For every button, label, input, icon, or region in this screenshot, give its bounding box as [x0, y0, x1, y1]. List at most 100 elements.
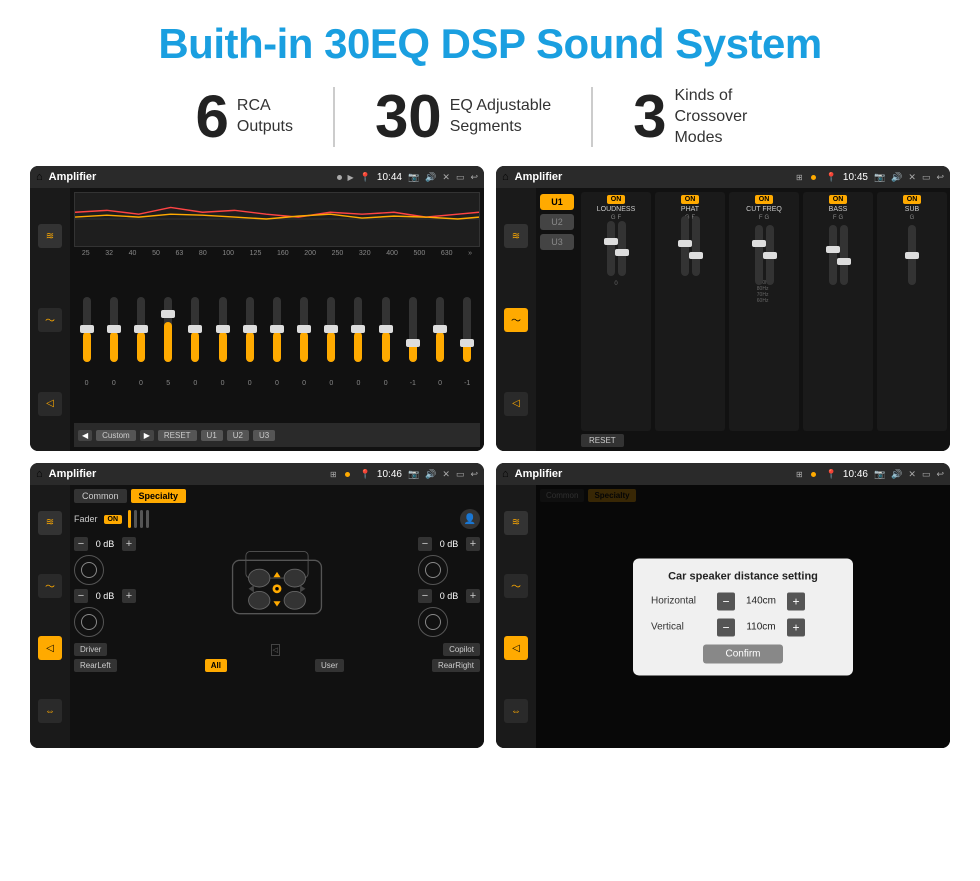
grid-icon-3: ⊞ — [330, 470, 337, 479]
back-icon-3[interactable]: ↩ — [470, 469, 478, 480]
eq-u2-btn[interactable]: U2 — [227, 430, 249, 441]
horizontal-label: Horizontal — [651, 596, 711, 607]
eq-slider-4[interactable]: 5 — [164, 297, 172, 387]
status-title-3: Amplifier — [49, 468, 324, 480]
cross-tab-common[interactable]: Common — [74, 489, 127, 503]
bass-slider-g[interactable] — [840, 225, 848, 285]
person-icon[interactable]: 👤 — [460, 509, 480, 529]
back-icon-4[interactable]: ↩ — [936, 469, 944, 480]
eq-slider-11[interactable]: 0 — [354, 297, 362, 387]
sub-on-badge[interactable]: ON — [903, 195, 922, 204]
eq-u3-btn[interactable]: U3 — [253, 430, 275, 441]
dist-icon-wave[interactable]: 〜 — [504, 574, 528, 598]
cross-right-bottom-plus[interactable]: + — [466, 589, 480, 603]
cross-tab-row: Common Specialty — [74, 489, 480, 503]
bass-on-badge[interactable]: ON — [829, 195, 848, 204]
cross-all-btn[interactable]: All — [205, 659, 227, 672]
eq-slider-14[interactable]: 0 — [436, 297, 444, 387]
cross-left-bottom-plus[interactable]: + — [122, 589, 136, 603]
back-icon-2[interactable]: ↩ — [936, 172, 944, 183]
horizontal-minus[interactable]: − — [717, 592, 735, 610]
eq-slider-5[interactable]: 0 — [191, 297, 199, 387]
cross-fader-sliders — [128, 510, 454, 528]
cross-left-bottom-minus[interactable]: − — [74, 589, 88, 603]
eq-slider-2[interactable]: 0 — [110, 297, 118, 387]
eq-reset-btn[interactable]: RESET — [158, 430, 197, 441]
dsp-channel-loudness: ON LOUDNESS G F — [581, 192, 651, 431]
dist-icon-eq[interactable]: ≋ — [504, 511, 528, 535]
dsp-u1-btn[interactable]: U1 — [540, 194, 574, 210]
location-icon-2: 📍 — [826, 172, 837, 183]
vertical-minus[interactable]: − — [717, 618, 735, 636]
eq-slider-9[interactable]: 0 — [300, 297, 308, 387]
cross-arrow-left[interactable]: ◁ — [271, 644, 280, 656]
home-icon-4[interactable]: ⌂ — [502, 468, 509, 480]
screen-dsp: ⌂ Amplifier ⊞ 📍 10:45 📷 🔊 ✕ ▭ ↩ ≋ 〜 ◁ — [496, 166, 950, 451]
eq-slider-15[interactable]: -1 — [463, 297, 471, 387]
freq-32: 32 — [105, 250, 113, 257]
bass-slider-f[interactable] — [829, 225, 837, 285]
dsp-icon-wave[interactable]: 〜 — [504, 308, 528, 332]
vertical-plus[interactable]: + — [787, 618, 805, 636]
cross-driver-btn[interactable]: Driver — [74, 643, 107, 656]
home-icon-2[interactable]: ⌂ — [502, 171, 509, 183]
rect-icon-3: ▭ — [456, 469, 465, 480]
cross-left-top-minus[interactable]: − — [74, 537, 88, 551]
cross-icon-arrows[interactable]: ⇔ — [38, 699, 62, 723]
cross-icon-wave[interactable]: 〜 — [38, 574, 62, 598]
loudness-slider-g[interactable] — [607, 221, 615, 276]
cutfreq-slider-f[interactable] — [755, 225, 763, 285]
confirm-button[interactable]: Confirm — [703, 644, 783, 663]
status-time-2: 10:45 — [843, 172, 868, 183]
phat-slider-f[interactable] — [692, 216, 700, 276]
cross-icon-speaker[interactable]: ◁ — [38, 636, 62, 660]
eq-icon-speaker[interactable]: ◁ — [38, 392, 62, 416]
dist-icon-speaker[interactable]: ◁ — [504, 636, 528, 660]
home-icon-1[interactable]: ⌂ — [36, 171, 43, 183]
cross-on-badge[interactable]: ON — [104, 515, 123, 524]
home-icon-3[interactable]: ⌂ — [36, 468, 43, 480]
cross-rearright-btn[interactable]: RearRight — [432, 659, 480, 672]
dsp-u2-btn[interactable]: U2 — [540, 214, 574, 230]
cross-user-btn[interactable]: User — [315, 659, 344, 672]
eq-slider-12[interactable]: 0 — [382, 297, 390, 387]
loudness-label: LOUDNESS — [597, 206, 636, 213]
back-icon-1[interactable]: ↩ — [470, 172, 478, 183]
eq-slider-3[interactable]: 0 — [137, 297, 145, 387]
cross-rearleft-btn[interactable]: RearLeft — [74, 659, 117, 672]
eq-slider-1[interactable]: 0 — [83, 297, 91, 387]
dsp-reset-btn[interactable]: RESET — [581, 434, 624, 447]
fader-bar-1 — [128, 510, 131, 528]
screen-dist-content: ≋ 〜 ◁ ⇔ Common Specialty — [496, 485, 950, 748]
cross-left-top-plus[interactable]: + — [122, 537, 136, 551]
dsp-icon-speaker[interactable]: ◁ — [504, 392, 528, 416]
eq-slider-6[interactable]: 0 — [219, 297, 227, 387]
eq-slider-13[interactable]: -1 — [409, 297, 417, 387]
loudness-on-badge[interactable]: ON — [607, 195, 626, 204]
eq-slider-7[interactable]: 0 — [246, 297, 254, 387]
cross-copilot-btn[interactable]: Copilot — [443, 643, 480, 656]
eq-slider-8[interactable]: 0 — [273, 297, 281, 387]
page-wrapper: Buith-in 30EQ DSP Sound System 6 RCAOutp… — [0, 0, 980, 758]
cross-icon-eq[interactable]: ≋ — [38, 511, 62, 535]
cutfreq-on-badge[interactable]: ON — [755, 195, 774, 204]
cross-right-bottom-minus[interactable]: − — [418, 589, 432, 603]
eq-slider-10[interactable]: 0 — [327, 297, 335, 387]
eq-icon-eq[interactable]: ≋ — [38, 224, 62, 248]
eq-next-btn[interactable]: ▶ — [140, 430, 154, 441]
cross-right-top-minus[interactable]: − — [418, 537, 432, 551]
horizontal-plus[interactable]: + — [787, 592, 805, 610]
dist-icon-arrows[interactable]: ⇔ — [504, 699, 528, 723]
sub-slider-g[interactable] — [908, 225, 916, 285]
cross-tab-specialty[interactable]: Specialty — [131, 489, 187, 503]
eq-u1-btn[interactable]: U1 — [201, 430, 223, 441]
phat-on-badge[interactable]: ON — [681, 195, 700, 204]
phat-slider-g[interactable] — [681, 216, 689, 276]
eq-prev-btn[interactable]: ◀ — [78, 430, 92, 441]
cross-right-top-plus[interactable]: + — [466, 537, 480, 551]
dsp-u3-btn[interactable]: U3 — [540, 234, 574, 250]
cutfreq-slider-g[interactable] — [766, 225, 774, 285]
eq-icon-wave[interactable]: 〜 — [38, 308, 62, 332]
dsp-icon-eq[interactable]: ≋ — [504, 224, 528, 248]
loudness-slider-f[interactable] — [618, 221, 626, 276]
